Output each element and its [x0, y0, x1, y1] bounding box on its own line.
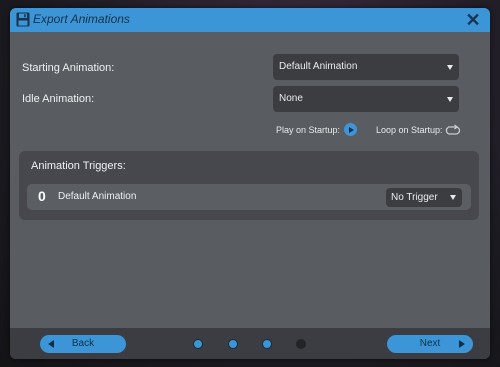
animation-triggers-panel: Animation Triggers: 0 Default Animation …: [19, 151, 479, 220]
animation-triggers-title: Animation Triggers:: [31, 160, 126, 172]
trigger-dropdown[interactable]: No Trigger: [386, 188, 462, 207]
next-button-label: Next: [419, 338, 441, 349]
caret-down-icon: [450, 195, 456, 200]
trigger-animation-name: Default Animation: [58, 191, 137, 202]
trigger-dropdown-value: No Trigger: [391, 192, 438, 203]
close-button[interactable]: ✕: [464, 10, 482, 30]
caret-down-icon: [447, 97, 453, 102]
starting-animation-value: Default Animation: [279, 61, 358, 72]
save-icon: [16, 12, 30, 27]
trigger-index: 0: [38, 188, 46, 204]
arrow-right-icon: [459, 340, 465, 348]
starting-animation-dropdown[interactable]: Default Animation: [273, 54, 459, 80]
loop-icon[interactable]: [445, 124, 461, 136]
step-indicator-1[interactable]: [193, 339, 203, 349]
starting-animation-label: Starting Animation:: [22, 62, 115, 74]
next-button[interactable]: Next: [387, 335, 473, 353]
back-button[interactable]: Back: [40, 335, 126, 353]
idle-animation-label: Idle Animation:: [22, 93, 95, 105]
back-button-label: Back: [71, 338, 95, 349]
idle-animation-dropdown[interactable]: None: [273, 86, 459, 112]
window-title: Export Animations: [33, 12, 130, 26]
footer-bar: Back Next: [10, 328, 490, 359]
step-indicator-2[interactable]: [228, 339, 238, 349]
play-on-startup-toggle[interactable]: [344, 123, 357, 136]
loop-on-startup-label: Loop on Startup:: [376, 125, 443, 135]
caret-down-icon: [447, 65, 453, 70]
trigger-row: 0 Default Animation No Trigger: [27, 184, 471, 210]
step-indicator-3[interactable]: [262, 339, 272, 349]
arrow-left-icon: [48, 340, 54, 348]
step-indicator-4[interactable]: [296, 339, 306, 349]
play-on-startup-label: Play on Startup:: [276, 125, 341, 135]
title-bar: Export Animations ✕: [10, 8, 490, 32]
export-animations-dialog: Export Animations ✕ Starting Animation: …: [10, 8, 490, 359]
close-icon: ✕: [465, 10, 481, 30]
idle-animation-value: None: [279, 93, 303, 104]
